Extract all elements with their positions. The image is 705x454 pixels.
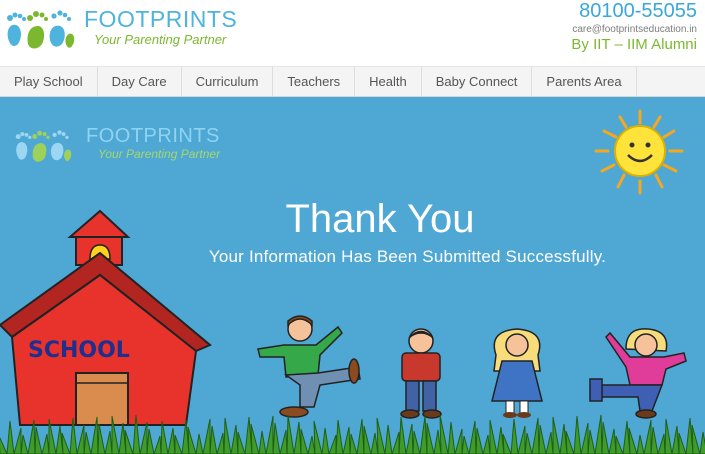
email-link[interactable]: care@footprintseducation.in [571,24,697,36]
school-sign-text: SCHOOL [28,338,130,363]
footprints-logo-icon [7,10,75,49]
banner-logo-title: FOOTPRINTS [86,125,220,147]
nav-item-curriculum[interactable]: Curriculum [182,67,274,96]
thank-you-banner: FOOTPRINTS Your Parenting Partner Thank … [0,97,705,454]
phone-number[interactable]: 80100-55055 [571,0,697,22]
header-logo-tagline: Your Parenting Partner [94,32,227,47]
site-header: FOOTPRINTS Your Parenting Partner 80100-… [0,0,705,66]
nav-item-play-school[interactable]: Play School [0,67,98,96]
banner-logo: FOOTPRINTS Your Parenting Partner [10,123,250,163]
header-logo[interactable]: FOOTPRINTS Your Parenting Partner [4,2,244,52]
nav-item-health[interactable]: Health [355,67,422,96]
alumni-tagline: By IIT – IIM Alumni [571,36,697,53]
banner-logo-tagline: Your Parenting Partner [98,147,221,161]
nav-item-day-care[interactable]: Day Care [98,67,182,96]
contact-block: 80100-55055 care@footprintseducation.in … [571,0,697,53]
nav-item-teachers[interactable]: Teachers [273,67,356,96]
header-logo-title: FOOTPRINTS [84,6,238,32]
nav-item-baby-connect[interactable]: Baby Connect [422,67,533,96]
footprints-logo-icon [15,130,72,162]
thank-you-page: FOOTPRINTS Your Parenting Partner 80100-… [0,0,705,454]
grass-icon [0,414,705,454]
main-nav: Play School Day Care Curriculum Teachers… [0,66,705,97]
sun-icon [594,109,684,195]
nav-item-parents-area[interactable]: Parents Area [532,67,637,96]
